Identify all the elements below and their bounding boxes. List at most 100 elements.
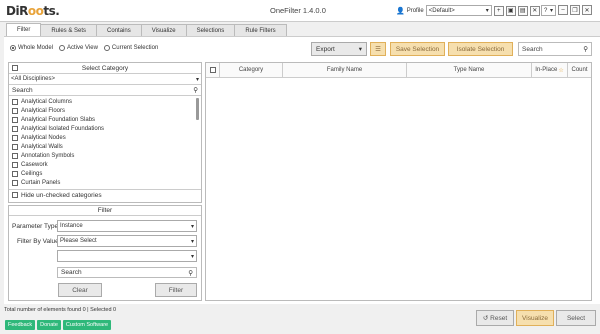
visualize-button[interactable]: Visualize bbox=[516, 310, 554, 326]
category-checkbox[interactable] bbox=[12, 152, 18, 159]
select-all-categories-checkbox[interactable] bbox=[12, 65, 18, 71]
filter-panel-header: Filter bbox=[9, 206, 201, 216]
list-item[interactable]: Analytical Foundation Slabs bbox=[12, 115, 198, 124]
search-icon: ⚲ bbox=[193, 87, 198, 94]
results-table: Category Family Name Type Name In-Place ☆… bbox=[205, 62, 592, 301]
export-dropdown[interactable]: Export ▾ bbox=[311, 42, 367, 56]
save-selection-button[interactable]: Save Selection bbox=[390, 42, 445, 56]
restore-icon[interactable]: ❐ bbox=[570, 5, 580, 15]
list-item[interactable]: Analytical Floors bbox=[12, 106, 198, 115]
col-count[interactable]: Count bbox=[568, 63, 591, 77]
diroots-logo: DiRoots. bbox=[6, 4, 60, 18]
category-search-input[interactable]: Search ⚲ bbox=[9, 85, 201, 96]
minimize-icon[interactable]: – bbox=[558, 5, 568, 15]
layers-icon: ☰ bbox=[375, 46, 381, 53]
list-item[interactable]: Casework bbox=[12, 160, 198, 169]
isolate-selection-button[interactable]: Isolate Selection bbox=[448, 42, 513, 56]
select-all-rows-checkbox-cell bbox=[206, 63, 220, 77]
radio-whole-model[interactable]: Whole Model bbox=[10, 45, 53, 51]
category-checkbox[interactable] bbox=[12, 161, 18, 168]
chevron-down-icon: ▾ bbox=[485, 8, 489, 14]
category-panel: Select Category <All Disciplines> ▾ Searc… bbox=[8, 62, 202, 203]
load-profile-icon[interactable]: ▤ bbox=[517, 5, 528, 16]
col-family-name[interactable]: Family Name bbox=[283, 63, 407, 77]
value-select[interactable]: ▾ bbox=[57, 250, 197, 262]
table-search-input[interactable]: Search ⚲ bbox=[518, 42, 592, 56]
tab-rule-filters[interactable]: Rule Filters bbox=[234, 24, 287, 36]
star-icon: ☆ bbox=[558, 67, 564, 74]
value-search-input[interactable]: Search ⚲ bbox=[57, 267, 197, 278]
scope-options: Whole Model Active View Current Selectio… bbox=[10, 45, 164, 51]
list-item[interactable]: Ceilings bbox=[12, 169, 198, 178]
category-panel-header: Select Category bbox=[81, 64, 129, 72]
filter-by-select[interactable]: Please Select ▾ bbox=[57, 235, 197, 247]
hide-unchecked-option[interactable]: Hide un-checked categories bbox=[9, 189, 201, 200]
save-profile-icon[interactable]: ▣ bbox=[505, 5, 516, 16]
feedback-link[interactable]: Feedback bbox=[5, 320, 36, 330]
radio-icon bbox=[103, 45, 110, 51]
list-item[interactable]: Analytical Columns bbox=[12, 97, 198, 106]
status-text: Total number of elements found 0 | Selec… bbox=[4, 307, 117, 313]
chevron-down-icon: ▾ bbox=[358, 46, 362, 53]
search-icon: ⚲ bbox=[583, 46, 588, 53]
category-checkbox[interactable] bbox=[12, 170, 18, 177]
category-checkbox[interactable] bbox=[12, 134, 18, 141]
window-controls: ? ▾ – ❐ ✕ bbox=[541, 5, 592, 16]
help-dropdown[interactable]: ? ▾ bbox=[541, 5, 556, 16]
category-checkbox[interactable] bbox=[12, 179, 18, 186]
tab-contains[interactable]: Contains bbox=[96, 24, 142, 36]
user-icon: 👤 bbox=[396, 7, 405, 15]
col-type-name[interactable]: Type Name bbox=[407, 63, 532, 77]
profile-select[interactable]: <Default> ▾ bbox=[425, 5, 492, 16]
select-button[interactable]: Select bbox=[556, 310, 596, 326]
chevron-down-icon: ▾ bbox=[549, 8, 553, 14]
category-checkbox[interactable] bbox=[12, 116, 18, 123]
list-item[interactable]: Analytical Walls bbox=[12, 142, 198, 151]
radio-current-selection[interactable]: Current Selection bbox=[103, 45, 158, 51]
radio-selected-icon bbox=[10, 45, 16, 51]
chevron-down-icon: ▾ bbox=[190, 238, 194, 245]
list-item[interactable]: Analytical Isolated Foundations bbox=[12, 124, 198, 133]
col-category[interactable]: Category bbox=[220, 63, 283, 77]
tab-filter[interactable]: Filter bbox=[6, 23, 42, 36]
close-icon[interactable]: ✕ bbox=[582, 5, 592, 15]
reset-button[interactable]: ↺ Reset bbox=[476, 310, 514, 326]
category-list: Analytical Columns Analytical Floors Ana… bbox=[9, 96, 201, 189]
radio-active-view[interactable]: Active View bbox=[59, 45, 98, 51]
chevron-down-icon: ▾ bbox=[190, 223, 194, 230]
category-checkbox[interactable] bbox=[12, 107, 18, 114]
table-header: Category Family Name Type Name In-Place ☆… bbox=[206, 63, 591, 78]
main-tabs: Filter Rules & Sets Contains Visualize S… bbox=[6, 23, 287, 36]
donate-link[interactable]: Donate bbox=[37, 320, 61, 330]
chevron-down-icon: ▾ bbox=[195, 76, 199, 83]
app-title: OneFilter 1.4.0.0 bbox=[270, 6, 326, 15]
add-profile-icon[interactable]: + bbox=[493, 5, 504, 16]
category-checkbox[interactable] bbox=[12, 143, 18, 150]
col-in-place[interactable]: In-Place ☆ bbox=[532, 63, 568, 77]
list-item[interactable]: Annotation Symbols bbox=[12, 151, 198, 160]
list-item[interactable]: Curtain Panels bbox=[12, 178, 198, 187]
reset-icon: ↺ bbox=[482, 315, 489, 322]
list-item[interactable]: Analytical Nodes bbox=[12, 133, 198, 142]
layers-button[interactable]: ☰ bbox=[370, 42, 386, 56]
discipline-select[interactable]: <All Disciplines> ▾ bbox=[9, 74, 201, 85]
custom-software-link[interactable]: Custom Software bbox=[62, 320, 112, 330]
select-all-rows-checkbox[interactable] bbox=[209, 67, 216, 73]
delete-profile-icon[interactable]: ✕ bbox=[529, 5, 540, 16]
category-checkbox[interactable] bbox=[12, 98, 18, 105]
title-bar: DiRoots. OneFilter 1.4.0.0 👤 Profile <De… bbox=[0, 0, 600, 22]
category-checkbox[interactable] bbox=[12, 125, 18, 132]
category-scrollbar[interactable] bbox=[196, 98, 199, 120]
hide-unchecked-checkbox[interactable] bbox=[12, 192, 18, 198]
tab-selections[interactable]: Selections bbox=[185, 24, 236, 36]
param-type-label: Parameter Type bbox=[12, 223, 59, 230]
tab-rules-sets[interactable]: Rules & Sets bbox=[40, 24, 98, 36]
param-type-select[interactable]: Instance ▾ bbox=[57, 220, 197, 232]
profile-label: Profile bbox=[406, 7, 424, 14]
profile-area: 👤 Profile <Default> ▾ + ▣ ▤ ✕ bbox=[396, 5, 540, 16]
tab-visualize[interactable]: Visualize bbox=[140, 24, 187, 36]
footer-links: Feedback Donate Custom Software bbox=[5, 320, 112, 330]
chevron-down-icon: ▾ bbox=[190, 253, 194, 260]
filter-button[interactable]: Filter bbox=[155, 283, 197, 297]
clear-button[interactable]: Clear bbox=[58, 283, 102, 297]
